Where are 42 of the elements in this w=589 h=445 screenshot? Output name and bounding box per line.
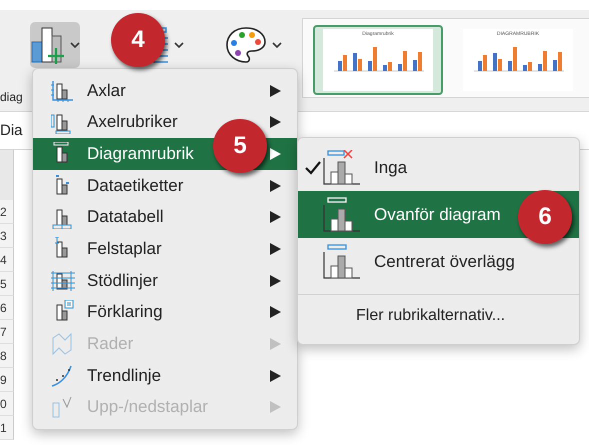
submenu-item[interactable]: Inga <box>298 144 579 192</box>
chart-title-overlay-icon <box>322 244 360 280</box>
chart-add-icon <box>30 26 66 64</box>
submenu-arrow-icon <box>270 306 281 318</box>
row-number: 2 <box>0 200 14 224</box>
chart-title-none-icon <box>322 150 360 186</box>
axes-icon <box>51 78 75 103</box>
menu-item[interactable]: Datatabell <box>33 202 297 234</box>
name-box-text: Dia <box>0 122 23 139</box>
palette-icon <box>224 25 268 65</box>
more-title-options-item[interactable]: Fler rubrikalternativ... <box>298 294 579 338</box>
row-number: 7 <box>0 320 14 344</box>
row-number: 9 <box>0 368 14 392</box>
submenu-arrow-icon <box>270 116 281 128</box>
submenu-arrow-icon <box>270 243 281 256</box>
menu-item[interactable]: Stödlinjer <box>33 264 297 296</box>
submenu-arrow-icon <box>270 370 281 382</box>
chart-title-above-icon <box>322 196 360 233</box>
row-number: 5 <box>0 272 14 296</box>
menu-item[interactable]: Förklaring <box>33 296 297 328</box>
menu-item[interactable]: Trendlinje <box>33 360 297 392</box>
row-number: 1 <box>0 416 14 440</box>
row-number: 3 <box>0 224 14 248</box>
caret-icon <box>70 41 80 49</box>
submenu-arrow-icon <box>270 274 281 287</box>
submenu-arrow-icon <box>270 211 281 224</box>
caret-icon <box>272 41 282 49</box>
caret-icon <box>174 41 184 49</box>
submenu-arrow-icon <box>270 148 281 160</box>
row-number: 6 <box>0 296 14 320</box>
submenu-arrow-icon <box>270 338 281 350</box>
menu-item[interactable]: Felstaplar <box>33 233 297 265</box>
add-chart-element-button[interactable] <box>30 22 80 68</box>
group-label: diag <box>0 90 24 104</box>
row-number: 0 <box>0 392 14 416</box>
menu-item[interactable]: Axlar <box>33 75 297 107</box>
submenu-arrow-icon <box>270 180 281 192</box>
row-number: 4 <box>0 248 14 272</box>
submenu-arrow-icon <box>270 84 281 97</box>
row-number: 8 <box>0 344 14 368</box>
submenu-arrow-icon <box>270 401 281 414</box>
gridlines-icon <box>51 268 75 293</box>
